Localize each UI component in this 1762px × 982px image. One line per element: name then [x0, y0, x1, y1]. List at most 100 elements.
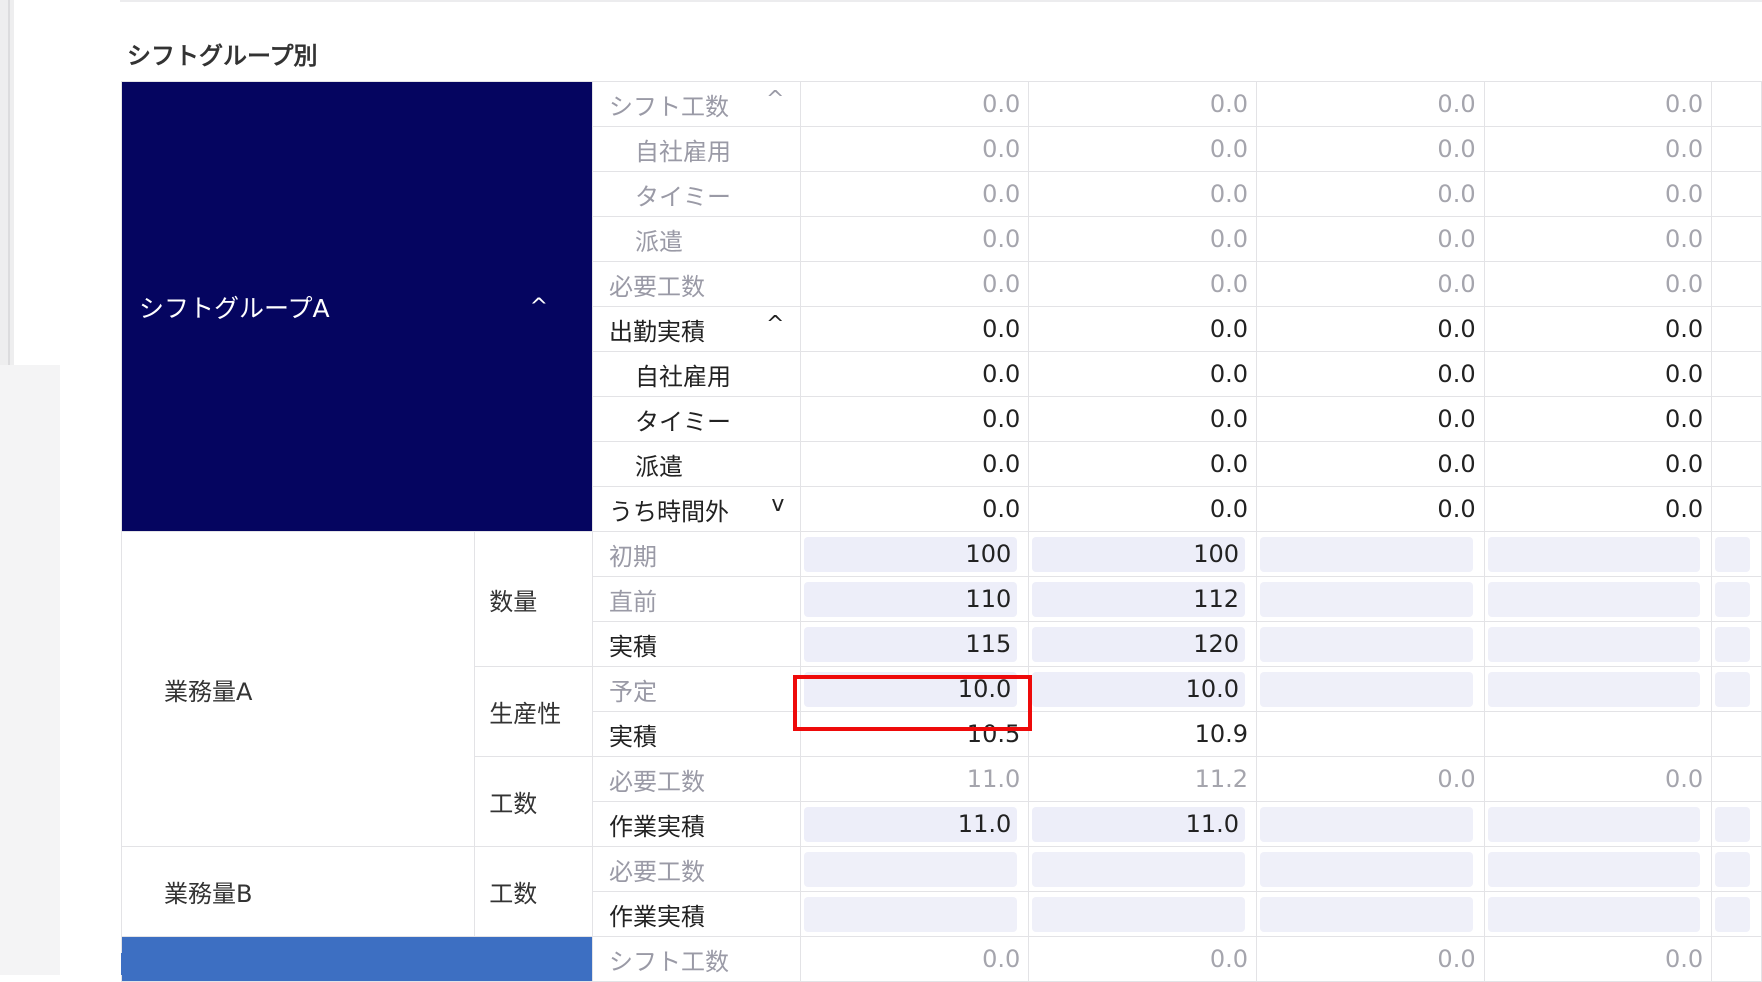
value-cell: 0.0 [800, 126, 1030, 172]
value-input-cell[interactable] [1256, 531, 1485, 577]
row-label[interactable]: うち時間外 v [591, 486, 802, 532]
value-input[interactable] [1032, 851, 1246, 887]
value-input[interactable] [1715, 671, 1750, 707]
row-label: タイミー [591, 396, 802, 442]
value-input[interactable]: 10.0 [1032, 671, 1246, 707]
value-input[interactable] [1487, 896, 1701, 932]
value-input[interactable] [1032, 896, 1246, 932]
chevron-down-icon[interactable]: v [771, 492, 784, 517]
row-label: 必要工数 [591, 261, 802, 307]
value-input[interactable]: 115 [804, 626, 1018, 662]
shift-group-b-header[interactable] [121, 953, 588, 975]
row-label-text: タイミー [635, 182, 731, 211]
value-input[interactable] [1487, 581, 1701, 617]
value-input-cell[interactable] [1256, 576, 1485, 622]
value-input[interactable] [1715, 536, 1750, 572]
value-input[interactable] [804, 896, 1018, 932]
value-input[interactable] [1715, 896, 1750, 932]
value-input[interactable] [1260, 536, 1473, 572]
value-input-cell[interactable]: 10.0 [1028, 666, 1258, 712]
value-input-cell[interactable] [1256, 666, 1485, 712]
value-input-cell[interactable]: 100 [800, 531, 1030, 577]
row-label[interactable]: シフト工数 ^ [591, 81, 802, 127]
value-input[interactable]: 11.0 [804, 806, 1018, 842]
value-input-cell[interactable] [800, 891, 1030, 937]
value-cell: 0.0 [1256, 126, 1485, 172]
top-divider [120, 0, 1762, 2]
row-label: 予定 [591, 666, 802, 712]
chevron-up-icon[interactable]: ^ [530, 294, 548, 319]
row-label: 自社雇用 [591, 351, 802, 397]
productivity-label: 生産性 [474, 666, 593, 757]
value-input-cell[interactable] [1028, 846, 1258, 892]
value-input[interactable] [1260, 671, 1473, 707]
row-label-text: シフト工数 [609, 92, 729, 121]
value-input[interactable] [1487, 806, 1701, 842]
value-input-cell[interactable]: 100 [1028, 531, 1258, 577]
value-input[interactable]: 11.0 [1032, 806, 1246, 842]
value-input[interactable] [1260, 581, 1473, 617]
value-cell: 0.0 [1028, 441, 1258, 487]
value-input-cell[interactable]: 11.0 [800, 801, 1030, 847]
group-a-header[interactable]: シフトグループA ^ [121, 81, 593, 532]
row-label: 派遣 [591, 441, 802, 487]
value-input-cell[interactable]: 110 [800, 576, 1030, 622]
value-input[interactable] [1260, 896, 1473, 932]
row-label[interactable]: 出勤実積 ^ [591, 306, 802, 352]
overflow-cell [1711, 756, 1762, 802]
value-cell: 0.0 [1028, 306, 1258, 352]
value-input[interactable] [1487, 671, 1701, 707]
value-input[interactable] [1487, 851, 1701, 887]
row-label-text: 派遣 [635, 452, 683, 481]
value-input-cell[interactable] [1483, 621, 1713, 667]
value-cell: 0.0 [1028, 216, 1258, 262]
value-input[interactable] [1260, 626, 1473, 662]
value-input[interactable]: 120 [1032, 626, 1246, 662]
value-input-cell[interactable] [800, 846, 1030, 892]
value-input[interactable] [1487, 626, 1701, 662]
value-input-cell[interactable]: 112 [1028, 576, 1258, 622]
value-input-cell[interactable]: 115 [800, 621, 1030, 667]
value-input-cell[interactable] [1028, 891, 1258, 937]
value-input-cell[interactable] [1256, 621, 1485, 667]
value-input-cell[interactable]: 11.0 [1028, 801, 1258, 847]
value-input[interactable] [1260, 806, 1473, 842]
value-input-cell[interactable] [1256, 846, 1485, 892]
value-cell: 0.0 [800, 396, 1030, 442]
overflow-cell [1711, 846, 1762, 892]
value-input[interactable] [1260, 851, 1473, 887]
value-cell: 0.0 [1256, 171, 1485, 217]
value-input[interactable]: 100 [1032, 536, 1246, 572]
value-cell: 0.0 [1483, 351, 1713, 397]
value-input[interactable] [1715, 806, 1750, 842]
chevron-up-icon[interactable]: ^ [766, 87, 784, 112]
value-input[interactable] [804, 851, 1018, 887]
value-input[interactable]: 100 [804, 536, 1018, 572]
value-input[interactable] [1715, 626, 1750, 662]
value-input-cell[interactable] [1256, 801, 1485, 847]
value-input[interactable]: 110 [804, 581, 1018, 617]
value-input-cell[interactable] [1256, 891, 1485, 937]
value-input-cell[interactable] [1483, 801, 1713, 847]
value-input[interactable] [1715, 581, 1750, 617]
chevron-up-icon[interactable]: ^ [766, 312, 784, 337]
overflow-cell [1711, 891, 1762, 937]
value-input[interactable] [1715, 851, 1750, 887]
value-cell: 0.0 [1028, 171, 1258, 217]
value-cell: 0.0 [1028, 81, 1258, 127]
value-input[interactable]: 112 [1032, 581, 1246, 617]
value-cell: 0.0 [800, 306, 1030, 352]
value-cell: 0.0 [800, 261, 1030, 307]
value-input-cell[interactable] [1483, 666, 1713, 712]
row-label-text: 自社雇用 [635, 137, 731, 166]
shift-group-table: シフトグループA ^ シフト工数 ^ 0.0 0.0 0.0 0.0 自社雇用 0.0 0.0 0.0… [120, 81, 1762, 982]
side-panel [0, 0, 14, 365]
value-input-cell[interactable] [1483, 891, 1713, 937]
value-input-cell[interactable] [1483, 846, 1713, 892]
value-input-cell[interactable] [1483, 531, 1713, 577]
value-input-cell[interactable] [1483, 576, 1713, 622]
row-label: 実積 [591, 621, 802, 667]
row-label-text: 自社雇用 [635, 362, 731, 391]
value-input-cell[interactable]: 120 [1028, 621, 1258, 667]
value-input[interactable] [1487, 536, 1701, 572]
